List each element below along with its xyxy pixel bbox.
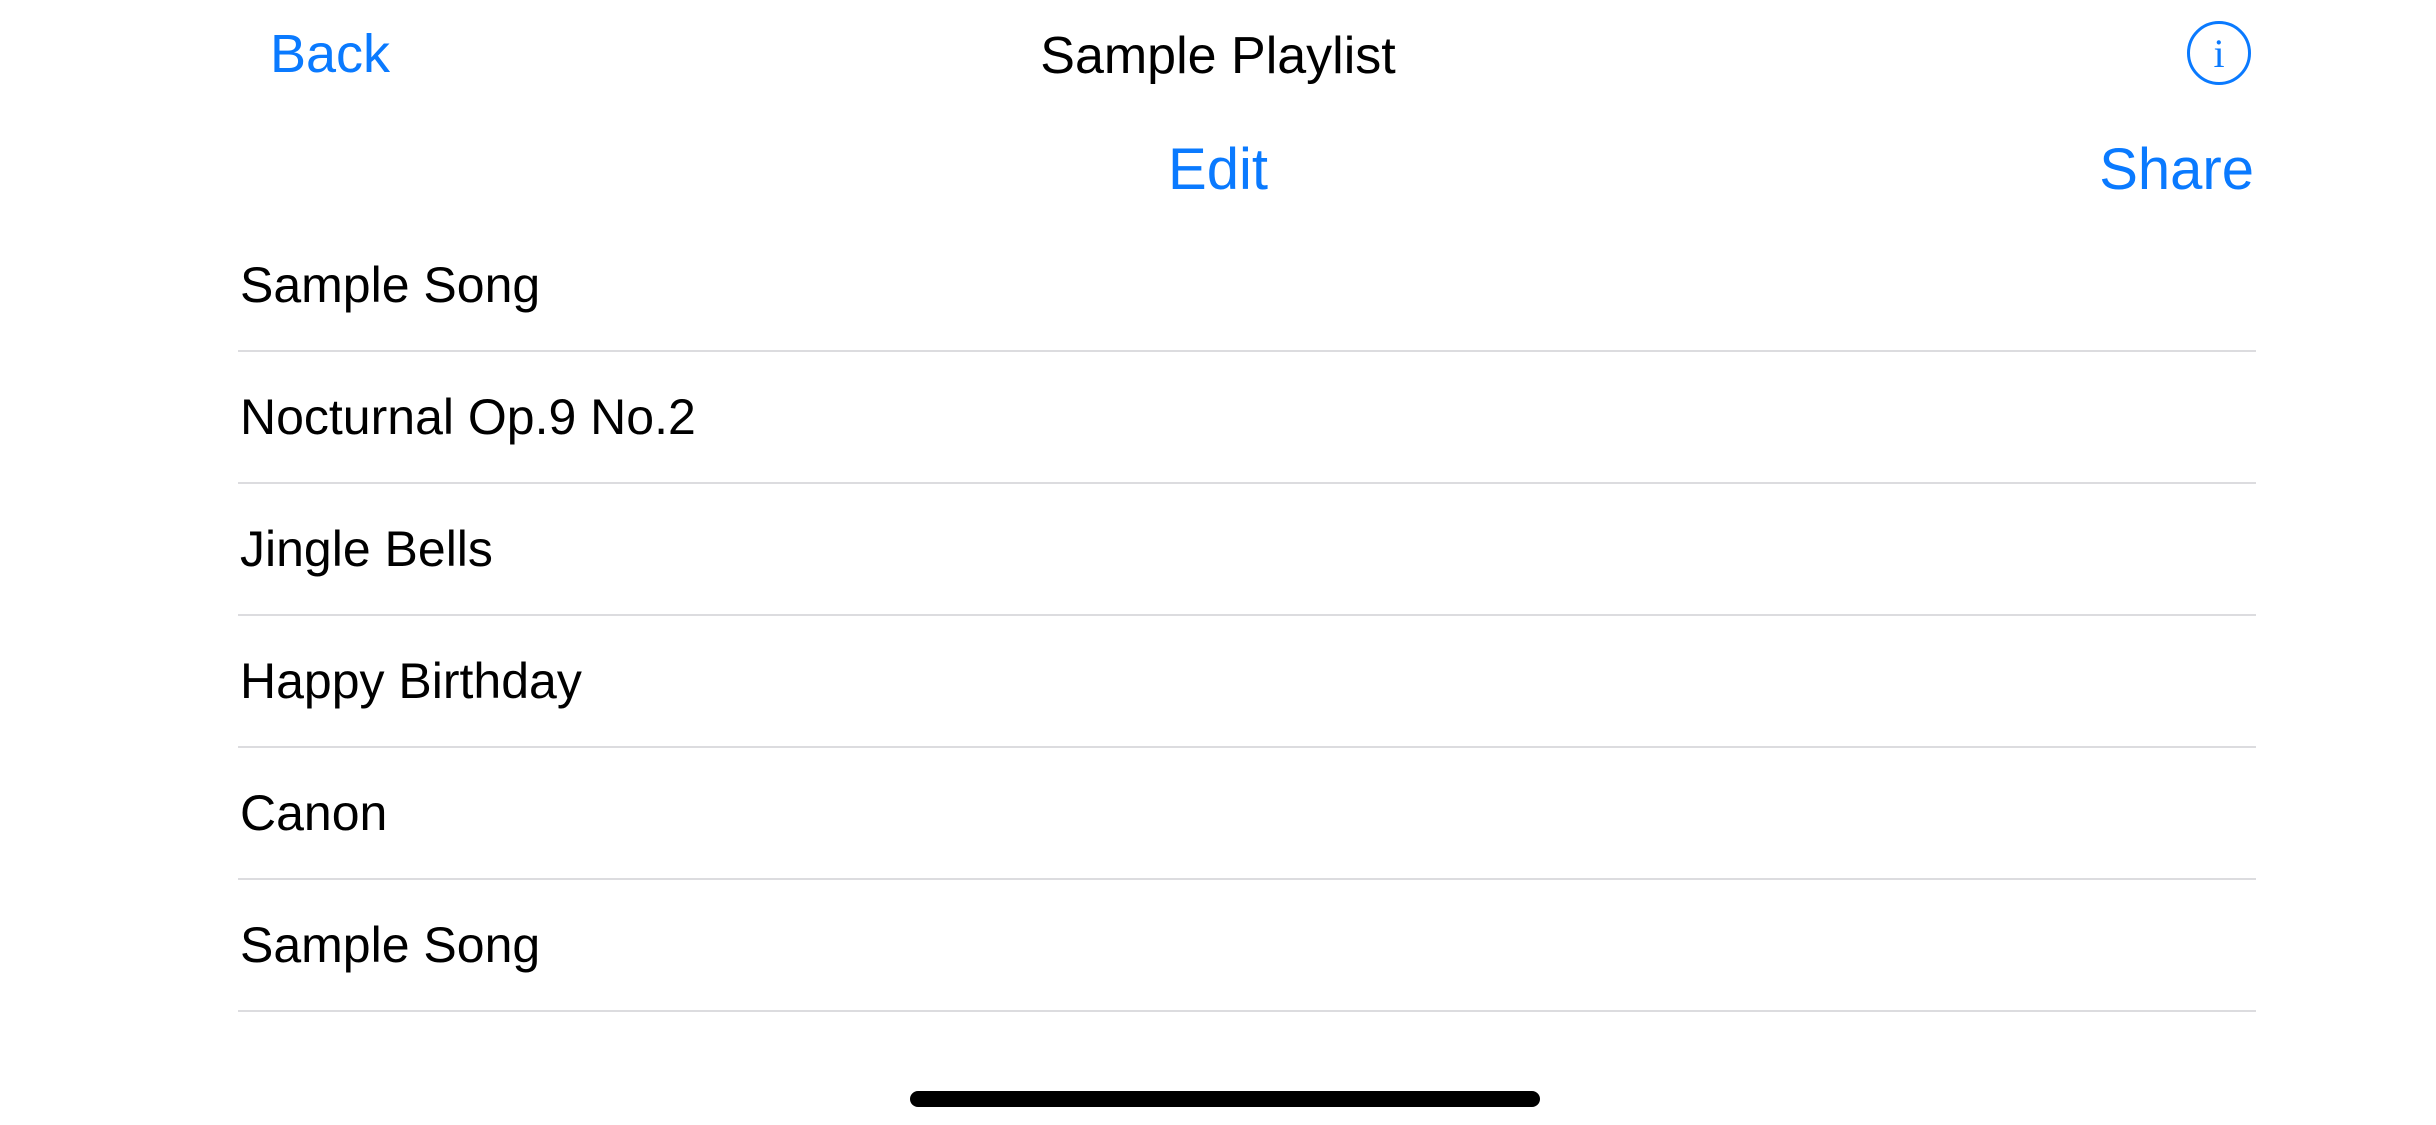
home-indicator[interactable]: [910, 1091, 1540, 1107]
song-title: Happy Birthday: [240, 653, 582, 709]
info-circle-icon: i: [2187, 21, 2251, 85]
song-title: Nocturnal Op.9 No.2: [240, 389, 696, 445]
song-row[interactable]: Sample Song: [238, 880, 2256, 1012]
edit-button[interactable]: Edit: [1168, 137, 1268, 202]
song-title: Canon: [240, 785, 388, 841]
edit-button-wrapper: Edit: [0, 130, 2436, 210]
song-list: Sample Song Nocturnal Op.9 No.2 Jingle B…: [238, 220, 2256, 1012]
song-row[interactable]: Happy Birthday: [238, 616, 2256, 748]
song-title: Jingle Bells: [240, 521, 493, 577]
song-row[interactable]: Nocturnal Op.9 No.2: [238, 352, 2256, 484]
share-button[interactable]: Share: [2099, 130, 2254, 210]
navigation-bar: Back Sample Playlist i: [0, 0, 2436, 110]
info-button[interactable]: i: [2186, 20, 2252, 86]
page-title: Sample Playlist: [1040, 27, 1396, 85]
playlist-toolbar: Edit Share: [0, 120, 2436, 220]
svg-text:i: i: [2213, 31, 2224, 76]
song-title: Sample Song: [240, 257, 541, 313]
song-row[interactable]: Canon: [238, 748, 2256, 880]
song-row[interactable]: Jingle Bells: [238, 484, 2256, 616]
song-row[interactable]: Sample Song: [238, 220, 2256, 352]
song-title: Sample Song: [240, 917, 541, 973]
